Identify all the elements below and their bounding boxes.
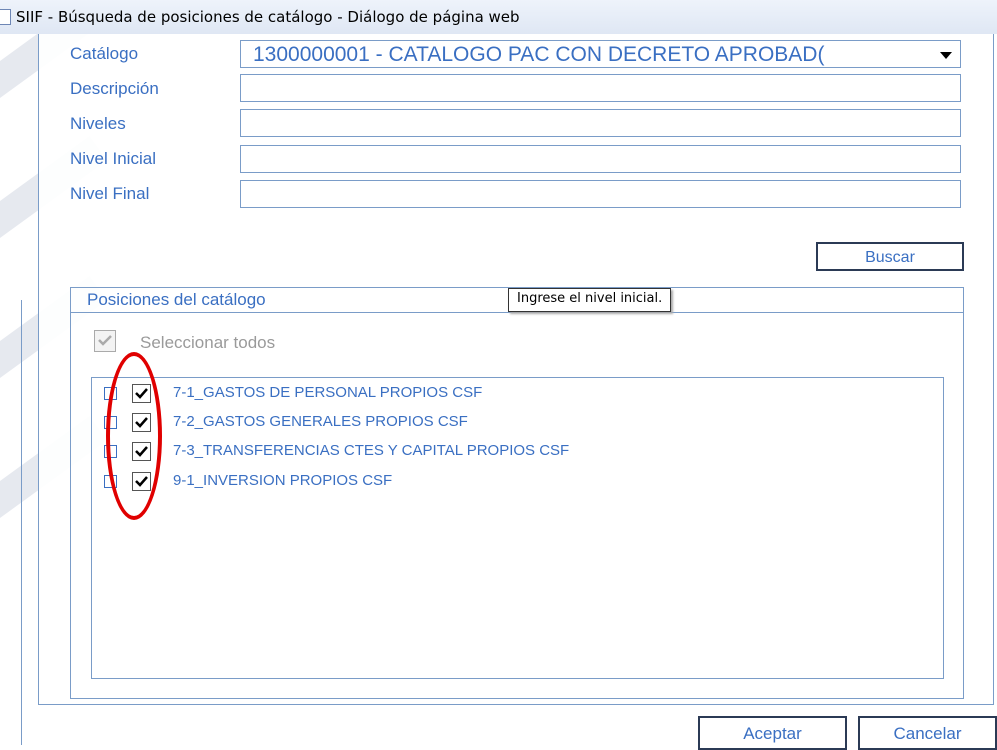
nivel-inicial-label: Nivel Inicial bbox=[70, 149, 156, 168]
nivel-final-input[interactable] bbox=[240, 180, 961, 208]
select-all-label: Seleccionar todos bbox=[140, 333, 276, 352]
nivel-inicial-input[interactable] bbox=[240, 145, 961, 173]
descripcion-label: Descripción bbox=[70, 79, 159, 98]
page-icon bbox=[0, 9, 11, 25]
highlight-annotation bbox=[106, 352, 162, 520]
nivel-final-label: Nivel Final bbox=[70, 184, 150, 203]
select-all-checkbox[interactable] bbox=[94, 330, 116, 352]
title-bar: SIIF - Búsqueda de posiciones de catálog… bbox=[0, 0, 997, 34]
catalogo-selected-value: 1300000001 - CATALOGO PAC CON DECRETO AP… bbox=[253, 43, 825, 66]
window-title: SIIF - Búsqueda de posiciones de catálog… bbox=[16, 8, 520, 26]
item-label: 9-1_INVERSION PROPIOS CSF bbox=[173, 472, 393, 489]
checkmark-icon bbox=[98, 335, 112, 346]
catalogo-label: Catálogo bbox=[70, 44, 139, 63]
tooltip: Ingrese el nivel inicial. bbox=[508, 288, 672, 312]
niveles-label: Niveles bbox=[70, 114, 126, 133]
item-label: 7-3_TRANSFERENCIAS CTES Y CAPITAL PROPIO… bbox=[173, 442, 570, 459]
chevron-down-icon[interactable] bbox=[940, 52, 952, 59]
item-label: 7-2_GASTOS GENERALES PROPIOS CSF bbox=[173, 413, 468, 430]
catalogo-select[interactable]: 1300000001 - CATALOGO PAC CON DECRETO AP… bbox=[240, 40, 961, 68]
window-edge bbox=[21, 300, 22, 745]
positions-legend: Posiciones del catálogo bbox=[87, 290, 266, 309]
buscar-button[interactable]: Buscar bbox=[816, 242, 964, 271]
niveles-input[interactable] bbox=[240, 109, 961, 137]
descripcion-input[interactable] bbox=[240, 74, 961, 102]
item-label: 7-1_GASTOS DE PERSONAL PROPIOS CSF bbox=[173, 384, 483, 401]
